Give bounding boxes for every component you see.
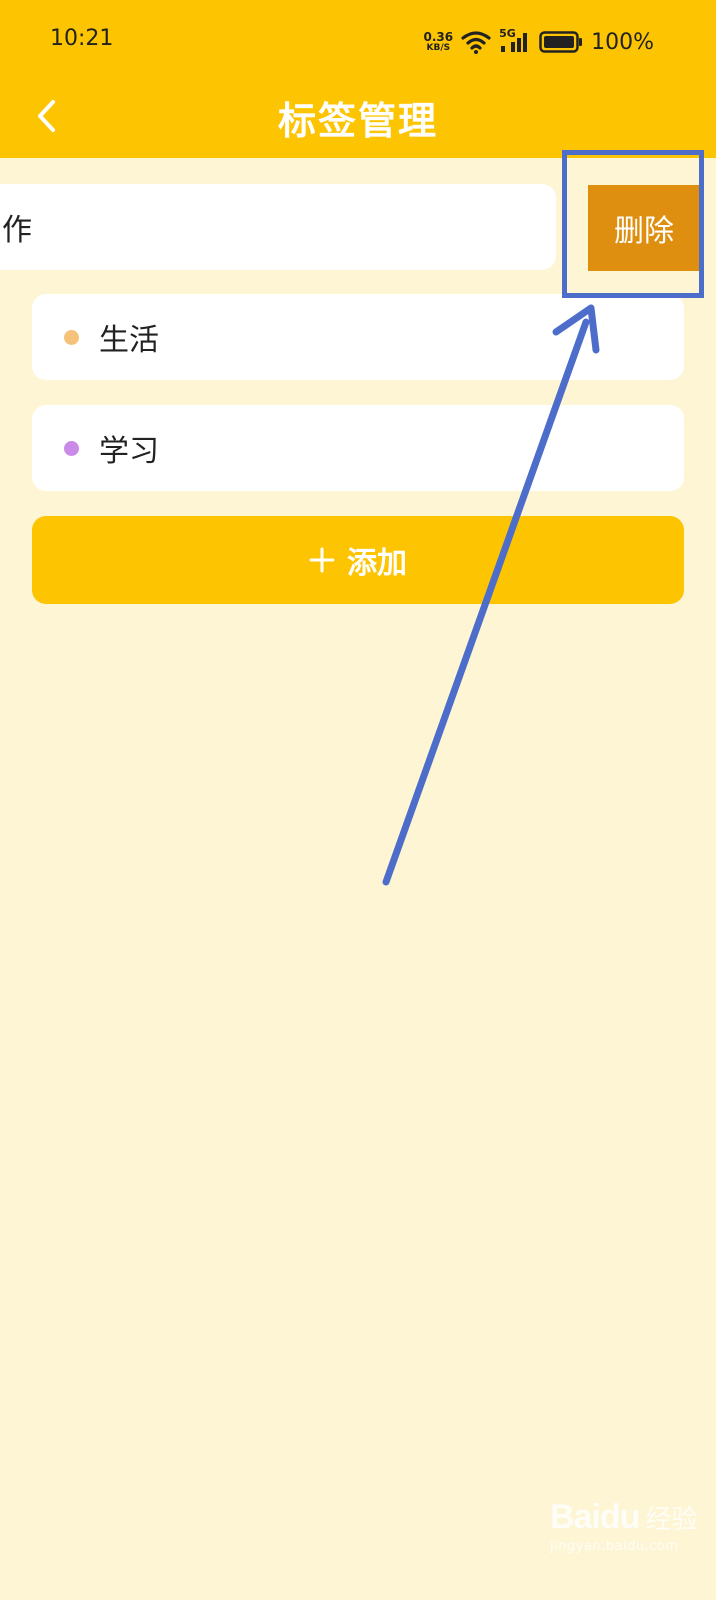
annotation-arrow <box>382 304 600 886</box>
watermark: Baidu 经验 jingyan.baidu.com <box>550 1498 700 1578</box>
watermark-logo: Baidu <box>550 1498 640 1536</box>
watermark-text: 经验 <box>645 1505 698 1535</box>
watermark-url: jingyan.baidu.com <box>550 1539 679 1554</box>
